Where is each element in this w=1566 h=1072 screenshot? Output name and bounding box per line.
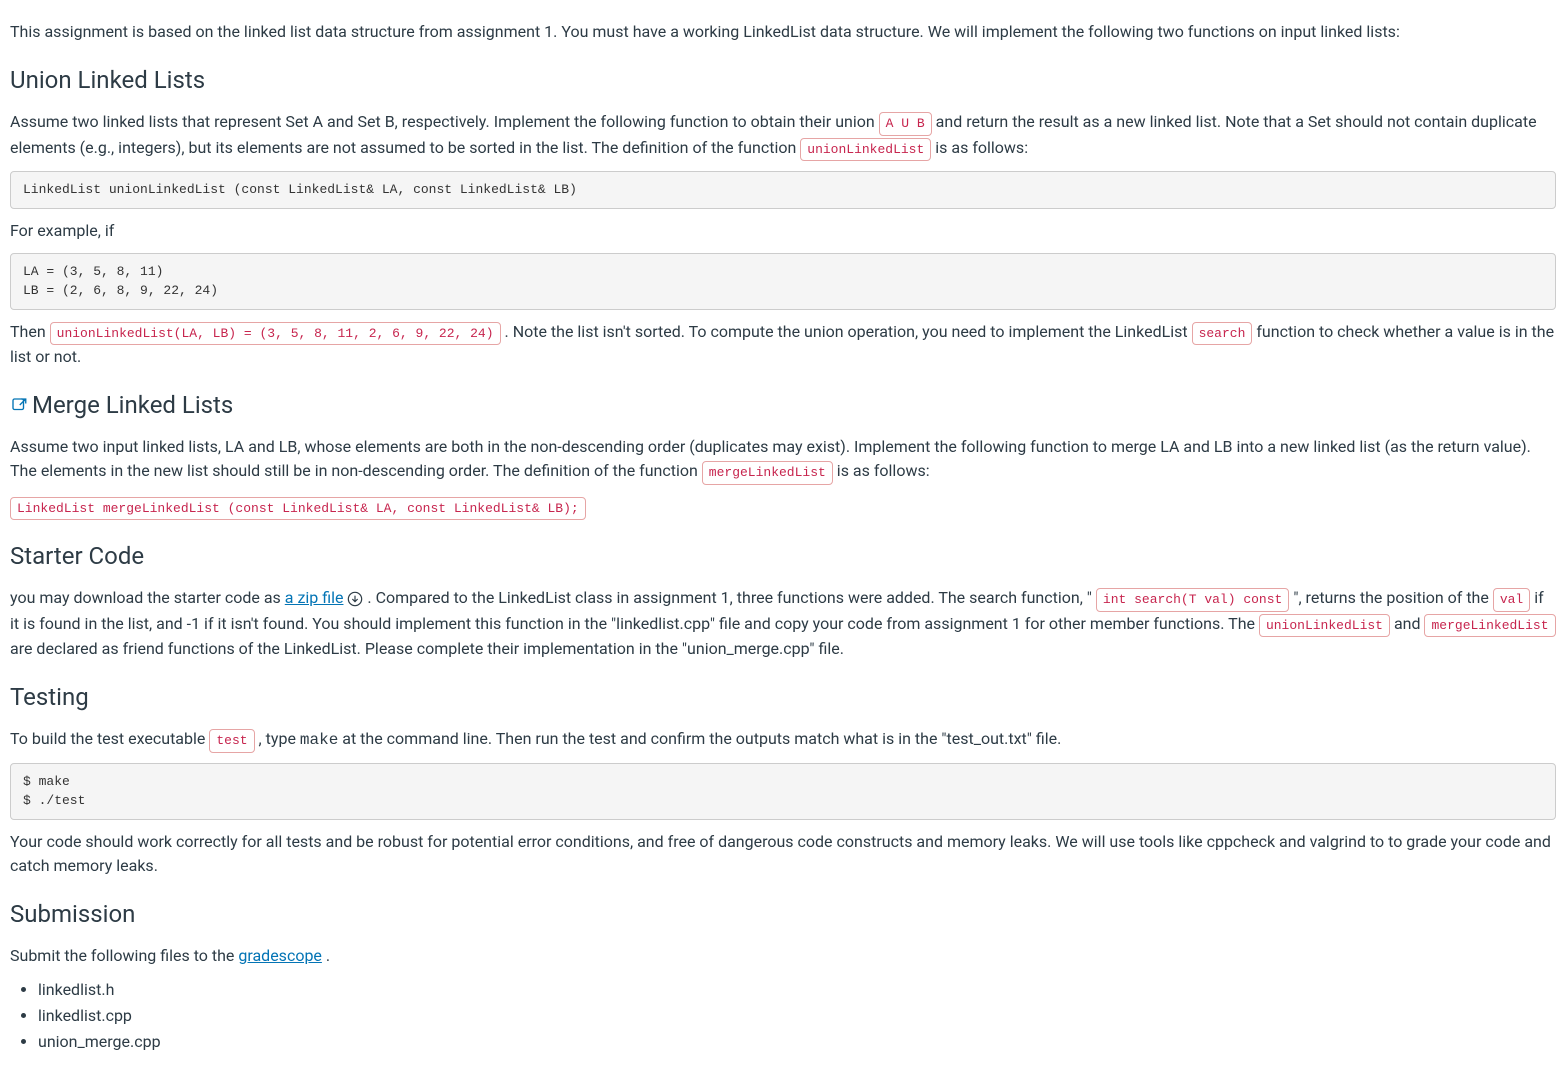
example-codeblock: LA = (3, 5, 8, 11) LB = (2, 6, 8, 9, 22,… (10, 253, 1556, 310)
list-item: linkedlist.h (38, 978, 1556, 1002)
union-heading: Union Linked Lists (10, 62, 1556, 98)
gradescope-link[interactable]: gradescope (238, 946, 322, 965)
code-unionlinkedlist: unionLinkedList (1259, 614, 1390, 638)
text: To build the test executable (10, 729, 209, 748)
text: is as follows: (837, 461, 930, 480)
text: you may download the starter code as (10, 588, 281, 607)
submission-heading: Submission (10, 896, 1556, 932)
text: , type (259, 729, 300, 748)
text: and (1394, 614, 1425, 633)
merge-heading: Merge Linked Lists (10, 387, 1556, 423)
example-intro: For example, if (10, 219, 1556, 243)
code-unionlinkedlist: unionLinkedList (800, 138, 931, 162)
submission-file-list: linkedlist.h linkedlist.cpp union_merge.… (10, 978, 1556, 1054)
testing-paragraph-2: Your code should work correctly for all … (10, 830, 1556, 878)
text: ", returns the position of the (1293, 588, 1493, 607)
list-item: union_merge.cpp (38, 1030, 1556, 1054)
starter-paragraph: you may download the starter code as a z… (10, 586, 1556, 661)
union-codeblock: LinkedList unionLinkedList (const Linked… (10, 171, 1556, 209)
code-merge-decl: LinkedList mergeLinkedList (const Linked… (10, 497, 586, 521)
code-mergelinkedlist: mergeLinkedList (702, 461, 833, 485)
code-mergelinkedlist: mergeLinkedList (1424, 614, 1555, 638)
starter-heading: Starter Code (10, 538, 1556, 574)
text: are declared as friend functions of the … (10, 639, 844, 658)
text: Assume two linked lists that represent S… (10, 112, 879, 131)
text: Then (10, 322, 50, 341)
code-search: search (1192, 322, 1253, 346)
external-link-icon (10, 396, 28, 414)
code-make: make (300, 731, 338, 749)
code-val: val (1493, 588, 1530, 612)
merge-decl-paragraph: LinkedList mergeLinkedList (const Linked… (10, 495, 1556, 521)
code-search-sig: int search(T val) const (1096, 588, 1289, 612)
intro-paragraph: This assignment is based on the linked l… (10, 20, 1556, 44)
zip-file-link[interactable]: a zip file (285, 588, 344, 607)
merge-heading-text: Merge Linked Lists (32, 387, 233, 423)
testing-heading: Testing (10, 679, 1556, 715)
text: . Compared to the LinkedList class in as… (367, 588, 1092, 607)
testing-paragraph-1: To build the test executable test , type… (10, 727, 1556, 753)
list-item: linkedlist.cpp (38, 1004, 1556, 1028)
text: . (326, 946, 330, 965)
union-then-paragraph: Then unionLinkedList(LA, LB) = (3, 5, 8,… (10, 320, 1556, 370)
code-union-result: unionLinkedList(LA, LB) = (3, 5, 8, 11, … (50, 322, 501, 346)
download-icon[interactable] (347, 591, 363, 607)
merge-paragraph-1: Assume two input linked lists, LA and LB… (10, 435, 1556, 485)
text: . Note the list isn't sorted. To compute… (505, 322, 1192, 341)
text: Submit the following files to the (10, 946, 238, 965)
text: at the command line. Then run the test a… (342, 729, 1061, 748)
submission-paragraph: Submit the following files to the grades… (10, 944, 1556, 968)
code-aub: A U B (879, 112, 932, 136)
testing-codeblock: $ make $ ./test (10, 763, 1556, 820)
union-paragraph-1: Assume two linked lists that represent S… (10, 110, 1556, 161)
text: is as follows: (935, 138, 1028, 157)
code-test: test (209, 729, 254, 753)
